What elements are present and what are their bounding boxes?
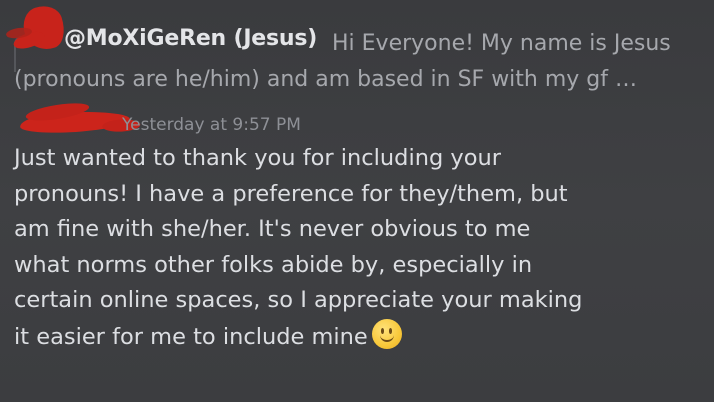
message-line: am fine with she/her. It's never obvious… [14, 216, 531, 242]
message-line: certain online spaces, so I appreciate y… [14, 287, 583, 313]
chat-view: Hi Everyone! My name is Jesus (pronouns … [0, 0, 714, 402]
reply-preview[interactable]: Hi Everyone! My name is Jesus (pronouns … [0, 0, 714, 110]
message-line: pronouns! I have a preference for they/t… [14, 180, 568, 207]
emoji-mouth [379, 333, 394, 342]
message-line: what norms other folks abide by, especia… [14, 251, 533, 278]
message-timestamp[interactable]: Yesterday at 9:57 PM [122, 115, 301, 135]
reply-author-name[interactable]: @MoXiGeRen (Jesus) [64, 26, 317, 51]
message-line-text: it easier for me to include mine [14, 323, 368, 350]
message-content: Just wanted to thank you for including y… [14, 141, 704, 355]
message-line: Just wanted to thank you for including y… [14, 145, 501, 171]
message-line-last: it easier for me to include mine [14, 318, 704, 356]
redacted-username [19, 109, 131, 135]
slightly-smiling-face-icon[interactable] [371, 318, 402, 349]
